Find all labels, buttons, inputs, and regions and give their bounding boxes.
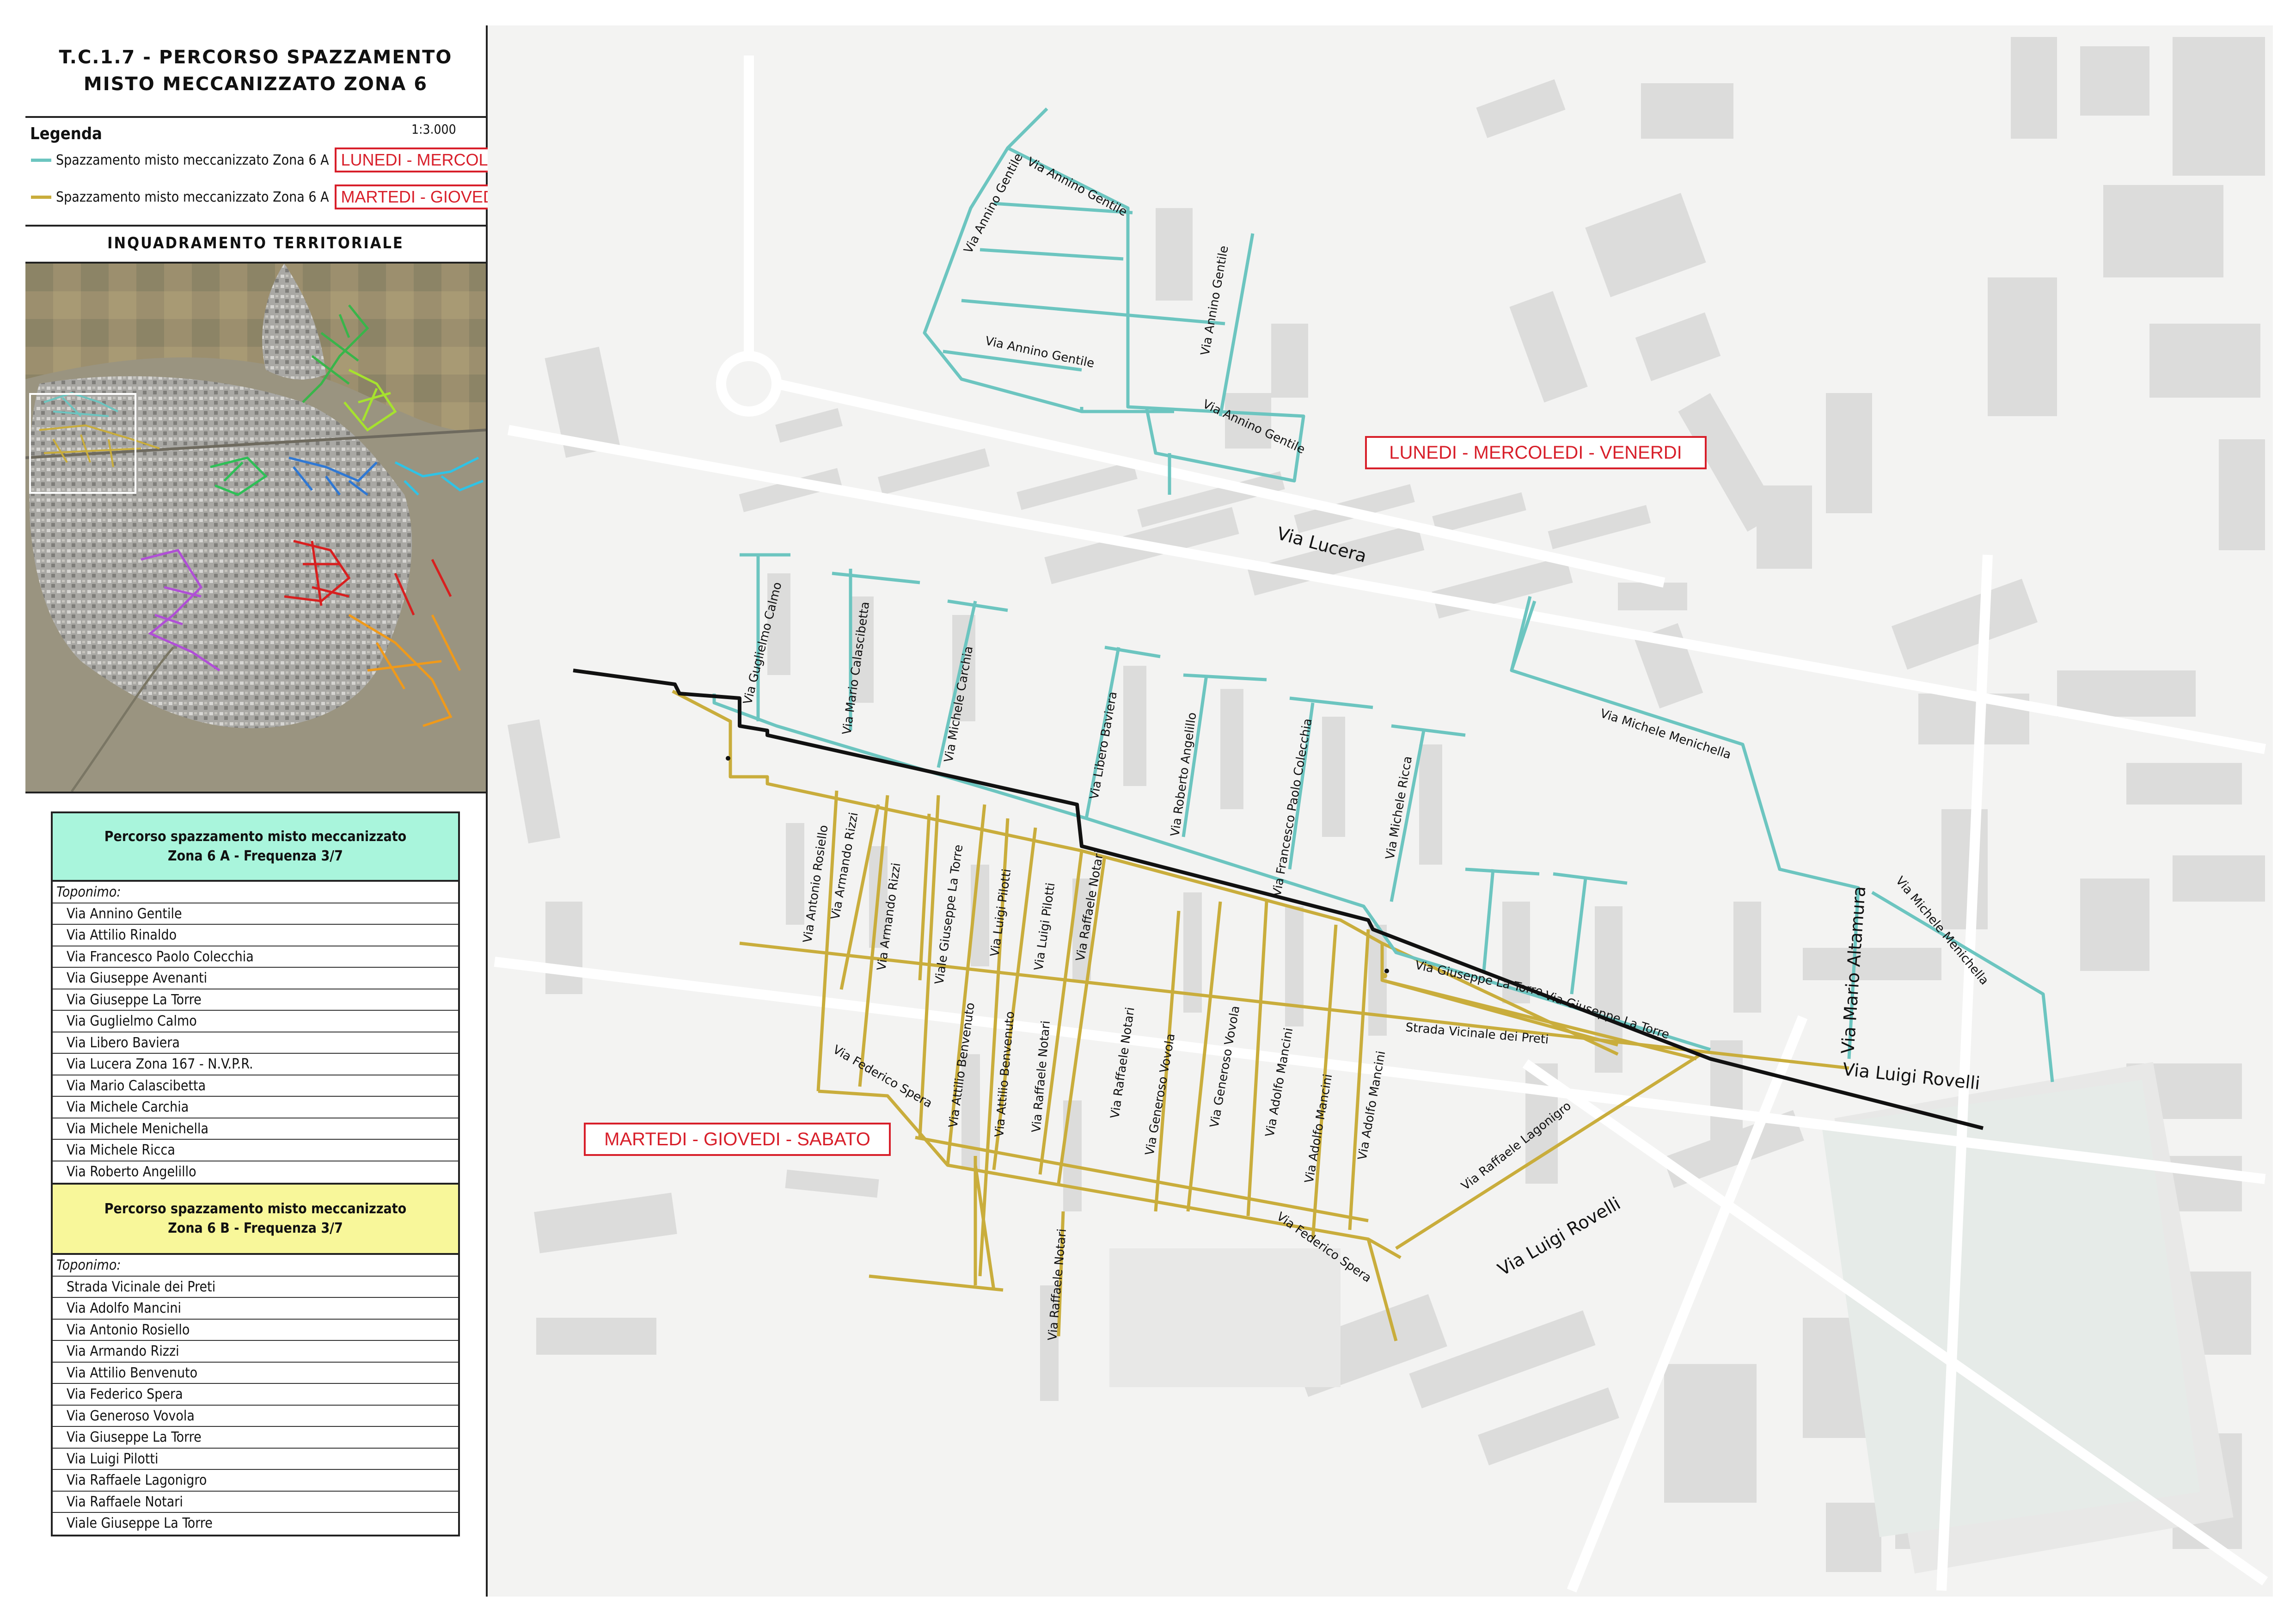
legend-swatch-cyan [31, 158, 51, 162]
legend-swatch-gold [31, 195, 51, 199]
legend: Legenda 1:3.000 Spazzamento misto meccan… [25, 116, 611, 227]
table-row: Via Lucera Zona 167 - N.V.P.R. [53, 1054, 458, 1075]
legend-item-label: Spazzamento misto meccanizzato Zona 6 A [56, 152, 329, 168]
table-a-header: Percorso spazzamento misto meccanizzato … [51, 811, 460, 882]
table-a-header-line1: Percorso spazzamento misto meccanizzato [104, 829, 407, 845]
table-row: Via Raffaele Lagonigro [53, 1470, 458, 1492]
table-row: Via Armando Rizzi [53, 1341, 458, 1363]
table-row: Via Michele Carchia [53, 1097, 458, 1118]
table-row: Via Giuseppe La Torre [53, 989, 458, 1011]
table-row: Via Giuseppe Avenanti [53, 968, 458, 989]
map-day-box-b: MARTEDI - GIOVEDI - SABATO [584, 1123, 891, 1156]
map-day-label-b: MARTEDI - GIOVEDI - SABATO [604, 1129, 870, 1149]
table-row: Via Roberto Angelillo [67, 1163, 196, 1180]
map-day-label-a: LUNEDI - MERCOLEDI - VENERDI [1389, 442, 1682, 463]
table-row: Via Generoso Vovola [53, 1406, 458, 1427]
overview-satellite-map [25, 264, 486, 793]
route-map: Via Annino Gentile Via Annino Gentile Vi… [488, 25, 2273, 1597]
table-row: Via Attilio Benvenuto [53, 1363, 458, 1384]
table-row: Via Francesco Paolo Colecchia [53, 946, 458, 968]
table-b-subheading: Toponimo: [53, 1255, 458, 1277]
table-row: Via Attilio Rinaldo [53, 925, 458, 946]
title-line-1: T.C.1.7 - PERCORSO SPAZZAMENTO [59, 47, 453, 68]
table-row: Via Michele Ricca [53, 1140, 458, 1161]
toponym-tables: Percorso spazzamento misto meccanizzato … [51, 811, 460, 1536]
table-a-subheading: Toponimo: [53, 882, 458, 903]
legend-title: Legenda [30, 124, 102, 143]
table-a-header-line2: Zona 6 A - Frequenza 3/7 [168, 848, 343, 864]
table-b-header-line2: Zona 6 B - Frequenza 3/7 [168, 1220, 343, 1236]
table-row: Via Guglielmo Calmo [53, 1011, 458, 1032]
table-b-header: Percorso spazzamento misto meccanizzato … [51, 1185, 460, 1255]
table-row: Via Raffaele Notari [53, 1492, 458, 1513]
sidebar: T.C.1.7 - PERCORSO SPAZZAMENTO MISTO MEC… [25, 25, 611, 1597]
table-row: Strada Vicinale dei Preti [53, 1277, 458, 1298]
route-zone-6b-endpoints [1382, 973, 1387, 978]
route-marker [1384, 969, 1389, 973]
inquadramento-title: INQUADRAMENTO TERRITORIALE [25, 225, 486, 264]
table-row: Via Adolfo Mancini [53, 1298, 458, 1320]
table-row: Via Libero Baviera [53, 1032, 458, 1054]
title-line-2: MISTO MECCANIZZATO ZONA 6 [83, 74, 428, 95]
table-b-body: Toponimo: Strada Vicinale dei Preti Via … [51, 1255, 460, 1536]
table-a-body: Toponimo: Via Annino Gentile Via Attilio… [51, 882, 460, 1185]
map-day-box-a: LUNEDI - MERCOLEDI - VENERDI [1365, 436, 1707, 469]
route-marker [726, 756, 730, 761]
table-row: Via Antonio Rosiello [53, 1320, 458, 1341]
table-row: Via Luigi Pilotti [53, 1449, 458, 1470]
table-row: Via Annino Gentile [53, 903, 458, 925]
table-row: Via Giuseppe La Torre [53, 1427, 458, 1449]
table-row: Via Michele Menichella [53, 1118, 458, 1140]
title-block: T.C.1.7 - PERCORSO SPAZZAMENTO MISTO MEC… [25, 25, 486, 118]
overview-map-graphic [25, 264, 486, 792]
table-row: Via Federico Spera [53, 1384, 458, 1406]
table-b-header-line1: Percorso spazzamento misto meccanizzato [104, 1201, 407, 1217]
table-row: Via Mario Calascibetta [53, 1075, 458, 1097]
legend-item-label: Spazzamento misto meccanizzato Zona 6 A [56, 189, 329, 205]
table-row: Viale Giuseppe La Torre [67, 1515, 213, 1531]
map-scale: 1:3.000 [411, 122, 456, 137]
